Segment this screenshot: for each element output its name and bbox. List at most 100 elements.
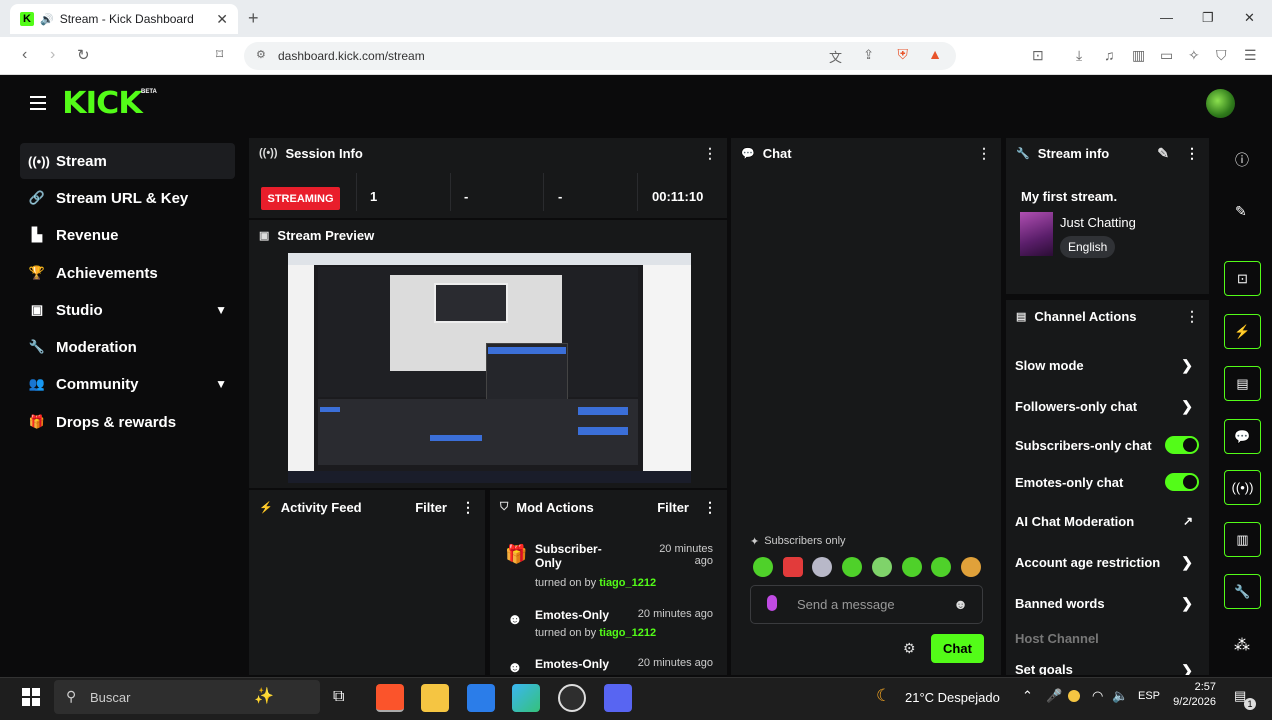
emote-icon[interactable] (902, 557, 922, 577)
reload-icon[interactable]: ↻ (77, 46, 90, 64)
window-close-icon[interactable]: ✕ (1244, 10, 1255, 26)
emotes-only-toggle[interactable] (1165, 473, 1199, 491)
restore-icon[interactable]: ❐ (1202, 10, 1214, 26)
wallet-icon[interactable]: ▭ (1160, 47, 1173, 64)
preview-panel-right (643, 265, 691, 471)
obs-icon[interactable] (558, 684, 586, 712)
stream-preview-video[interactable] (288, 253, 691, 483)
emote-icon[interactable] (753, 557, 773, 577)
filter-button[interactable]: Filter (657, 500, 689, 515)
microphone-icon[interactable]: 🎤 (1046, 688, 1062, 704)
more-options-icon[interactable]: ⋮ (1185, 145, 1199, 162)
clock[interactable]: 2:57 9/2/2026 (1172, 681, 1216, 708)
emote-icon[interactable] (812, 557, 832, 577)
stream-category[interactable]: Just Chatting (1060, 215, 1136, 230)
sidebar-item-revenue[interactable]: ▙ Revenue (20, 217, 235, 253)
brave-browser-icon[interactable] (376, 684, 404, 712)
user-avatar[interactable] (1206, 89, 1235, 118)
stream-preview-toggle-icon[interactable]: ⊡ (1224, 261, 1261, 296)
emote-icon[interactable] (872, 557, 892, 577)
back-icon[interactable]: ‹ (22, 46, 27, 64)
sidebar-item-stream[interactable]: ((•)) Stream (20, 143, 235, 179)
leo-ai-icon[interactable]: ✧ (1188, 47, 1200, 64)
kick-logo[interactable]: KICK (62, 86, 143, 121)
new-tab-button[interactable]: + (248, 8, 259, 29)
sidebar-item-community[interactable]: 👥 Community ▼ (20, 366, 235, 402)
wifi-icon[interactable]: ◠ (1092, 688, 1103, 704)
media-icon[interactable]: ♫ (1104, 47, 1115, 63)
file-explorer-icon[interactable] (421, 684, 449, 712)
chat-toggle-icon[interactable]: 💬 (1224, 419, 1261, 454)
sidebar-item-drops-rewards[interactable]: 🎁 Drops & rewards (20, 404, 235, 440)
browser-tab[interactable]: K 🔊 Stream - Kick Dashboard ✕ (10, 4, 238, 34)
layout-icon[interactable]: ⁂ (1234, 635, 1250, 655)
tray-app-icon[interactable] (1068, 690, 1080, 702)
tray-expand-icon[interactable]: ⌃ (1022, 688, 1033, 704)
info-icon[interactable]: ⓘ (1235, 150, 1249, 170)
chat-input[interactable]: Send a message ☻ (750, 585, 983, 624)
hamburger-menu-icon[interactable] (30, 96, 46, 114)
sidebar-item-achievements[interactable]: 🏆 Achievements (20, 255, 235, 291)
emote-icon[interactable] (783, 557, 803, 577)
emote-icon[interactable] (931, 557, 951, 577)
share-icon[interactable]: ⇪ (863, 47, 874, 63)
forward-icon[interactable]: › (50, 46, 55, 64)
account-age-action[interactable]: Account age restriction ❯ (1015, 550, 1205, 574)
voice-icon[interactable] (767, 595, 777, 611)
store-icon[interactable] (467, 684, 495, 712)
more-options-icon[interactable]: ⋮ (703, 145, 717, 162)
brave-shield-icon[interactable]: ⛨ (898, 46, 909, 63)
weather-text[interactable]: 21°C Despejado (905, 690, 1000, 705)
filter-button[interactable]: Filter (415, 500, 447, 515)
emote-icon[interactable] (842, 557, 862, 577)
minimize-icon[interactable]: — (1160, 10, 1173, 25)
site-info-icon[interactable]: ⚙ (256, 48, 266, 61)
channel-actions-toggle-icon[interactable]: ▥ (1224, 522, 1261, 557)
vpn-icon[interactable]: ⛉ (1216, 47, 1227, 64)
followers-only-action[interactable]: Followers-only chat ❯ (1015, 394, 1205, 418)
volume-icon[interactable]: 🔈 (1112, 688, 1128, 704)
bookmark-icon[interactable]: ⌑ (216, 46, 223, 63)
address-bar[interactable]: ⚙ dashboard.kick.com/stream 文 ⇪ ⛨ ▲ (244, 42, 956, 70)
download-icon[interactable]: ⤓ (1076, 47, 1082, 64)
more-options-icon[interactable]: ⋮ (1185, 308, 1199, 325)
discord-icon[interactable] (604, 684, 632, 712)
more-options-icon[interactable]: ⋮ (703, 499, 717, 516)
sidebar-item-moderation[interactable]: 🔧 Moderation (20, 329, 235, 365)
divider (543, 173, 544, 211)
ai-moderation-action[interactable]: AI Chat Moderation ↗ (1015, 509, 1205, 533)
subscribers-only-toggle[interactable] (1165, 436, 1199, 454)
task-view-icon[interactable]: ⧉ (333, 688, 344, 706)
edit-pencil-icon[interactable]: ✎ (1235, 203, 1247, 220)
activity-toggle-icon[interactable]: ⚡ (1224, 314, 1261, 349)
banned-words-action[interactable]: Banned words ❯ (1015, 591, 1205, 615)
mod-action-user[interactable]: tiago_1212 (599, 627, 656, 639)
translate-icon[interactable]: 文 (829, 47, 842, 66)
mod-actions-toggle-icon[interactable]: ▤ (1224, 366, 1261, 401)
slow-mode-action[interactable]: Slow mode ❯ (1015, 353, 1205, 377)
stream-info-toggle-icon[interactable]: 🔧 (1224, 574, 1261, 609)
action-label: Account age restriction (1015, 554, 1161, 570)
emoji-picker-icon[interactable]: ☻ (953, 596, 968, 612)
edge-icon[interactable] (512, 684, 540, 712)
windows-start-icon[interactable] (22, 688, 40, 706)
edit-pencil-icon[interactable]: ✎ (1157, 145, 1169, 162)
more-options-icon[interactable]: ⋮ (461, 499, 475, 516)
more-options-icon[interactable]: ⋮ (977, 145, 991, 162)
chat-settings-icon[interactable]: ⚙ (903, 640, 916, 657)
brave-rewards-icon[interactable]: ▲ (928, 46, 942, 62)
tab-close-icon[interactable]: ✕ (216, 11, 228, 28)
chat-send-button[interactable]: Chat (931, 634, 984, 663)
sidebar-item-studio[interactable]: ▣ Studio ▼ (20, 292, 235, 328)
session-toggle-icon[interactable]: ((•)) (1224, 470, 1261, 505)
screenshot-icon[interactable]: ⊡ (1032, 47, 1044, 64)
browser-menu-icon[interactable]: ☰ (1244, 47, 1257, 64)
sidebar-item-stream-url-key[interactable]: 🔗 Stream URL & Key (20, 180, 235, 216)
taskbar-search[interactable]: ⚲ Buscar ✨ (54, 680, 320, 714)
category-thumbnail[interactable] (1020, 212, 1053, 256)
set-goals-action[interactable]: Set goals ❯ (1015, 662, 1205, 675)
mod-action-user[interactable]: tiago_1212 (599, 577, 656, 589)
language-indicator[interactable]: ESP (1138, 690, 1160, 702)
emote-icon[interactable] (961, 557, 981, 577)
sidebar-toggle-icon[interactable]: ▥ (1132, 47, 1145, 64)
